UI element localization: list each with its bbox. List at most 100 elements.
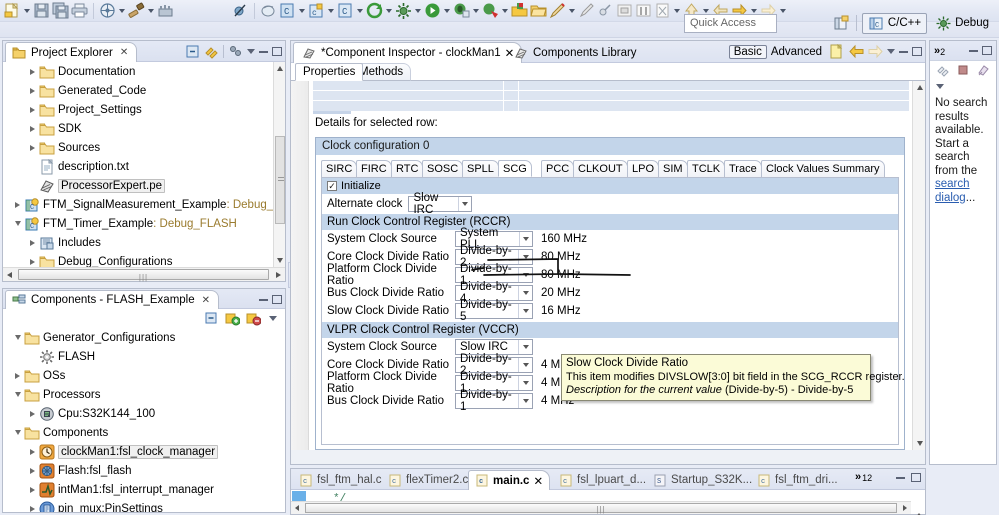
link-with-editor-icon[interactable] bbox=[204, 44, 219, 59]
tree-item[interactable]: Debug_Configurations bbox=[3, 252, 273, 267]
expand-arrow-icon[interactable] bbox=[26, 100, 39, 119]
collapse-arrow-icon[interactable] bbox=[11, 385, 24, 404]
expand-arrow-icon[interactable] bbox=[26, 252, 39, 267]
open-type-icon[interactable] bbox=[530, 2, 547, 19]
source-tab-fsl-lpuart[interactable]: c fsl_lpuart_d... bbox=[553, 470, 652, 490]
chevron-down-icon[interactable] bbox=[518, 268, 532, 282]
tree-item[interactable]: Components bbox=[3, 423, 285, 442]
build-settings-icon[interactable] bbox=[157, 2, 174, 19]
initialize-row[interactable]: ✓ Initialize bbox=[322, 178, 898, 194]
view-menu-icon[interactable] bbox=[269, 316, 277, 321]
run-last-tool-icon[interactable] bbox=[366, 2, 383, 19]
collapse-all-icon[interactable] bbox=[185, 44, 200, 59]
source-tab-fsl-ftm-hal[interactable]: c fsl_ftm_hal.c bbox=[293, 470, 388, 490]
tree-item[interactable]: OSs bbox=[3, 366, 285, 385]
tree-item[interactable]: description.txt bbox=[3, 157, 273, 176]
tree-item[interactable]: C FTM_SignalMeasurement_Example: Debug_FL… bbox=[3, 195, 273, 214]
debug-icon[interactable] bbox=[453, 2, 470, 19]
project-explorer-tree[interactable]: Documentation Generated_Code Project_Setti… bbox=[3, 62, 273, 267]
source-tab-flextimer2[interactable]: c flexTimer2.c bbox=[382, 470, 474, 490]
build-all-dropdown-icon[interactable] bbox=[117, 3, 126, 19]
expand-arrow-icon[interactable] bbox=[26, 480, 39, 499]
new-wizard-icon[interactable] bbox=[4, 2, 21, 19]
source-tab-fsl-ftm-dri[interactable]: c fsl_ftm_dri... bbox=[751, 470, 844, 490]
project-explorer-vscrollbar[interactable] bbox=[273, 62, 285, 267]
close-icon[interactable]: ✕ bbox=[533, 474, 543, 488]
search-dialog-link[interactable]: search dialog bbox=[935, 178, 970, 204]
config-tab-clkout[interactable]: CLKOUT bbox=[573, 160, 628, 177]
mode-basic-button[interactable]: Basic bbox=[728, 44, 767, 59]
search-tabs-overflow[interactable]: » 2 bbox=[934, 45, 945, 57]
config-tab-trace[interactable]: Trace bbox=[724, 160, 762, 177]
stop-icon[interactable] bbox=[956, 63, 971, 78]
config-tab-scg[interactable]: SCG bbox=[498, 160, 532, 177]
project-explorer-hscrollbar[interactable]: ||| bbox=[3, 267, 285, 282]
add-component-icon[interactable] bbox=[225, 311, 241, 326]
collapse-all-icon[interactable] bbox=[204, 311, 219, 326]
hscroll-thumb[interactable]: ||| bbox=[18, 269, 269, 282]
minimize-icon[interactable] bbox=[896, 476, 905, 479]
new-folder-icon[interactable]: c bbox=[308, 2, 325, 19]
source-tabs-overflow[interactable]: » 12 bbox=[855, 471, 872, 483]
scroll-thumb[interactable] bbox=[275, 136, 285, 224]
view-filter-icon[interactable] bbox=[228, 44, 243, 59]
tab-properties[interactable]: Properties bbox=[295, 63, 364, 81]
tree-item[interactable]: ProcessorExpert.pe bbox=[3, 176, 273, 195]
run-dropdown-icon[interactable] bbox=[442, 3, 451, 19]
chevron-down-icon[interactable] bbox=[518, 232, 532, 246]
expand-arrow-icon[interactable] bbox=[26, 233, 39, 252]
close-icon[interactable]: ✕ bbox=[202, 295, 210, 306]
build-icon[interactable] bbox=[128, 2, 145, 19]
expand-arrow-icon[interactable] bbox=[26, 119, 39, 138]
collapse-arrow-icon[interactable] bbox=[11, 423, 24, 442]
config-tab-spll[interactable]: SPLL bbox=[462, 160, 499, 177]
build-all-icon[interactable] bbox=[99, 2, 116, 19]
open-resource-icon[interactable] bbox=[511, 2, 528, 19]
save-all-icon[interactable] bbox=[52, 2, 69, 19]
tree-item[interactable]: clockMan1:fsl_clock_manager bbox=[3, 442, 285, 461]
new-c-file-dropdown-icon[interactable] bbox=[355, 3, 364, 19]
mark-occurrences-icon[interactable] bbox=[635, 2, 652, 19]
minimize-icon[interactable] bbox=[259, 298, 268, 301]
new-class-icon[interactable] bbox=[260, 2, 277, 19]
pencil-icon[interactable] bbox=[578, 2, 595, 19]
expand-arrow-icon[interactable] bbox=[26, 62, 39, 81]
view-menu-icon[interactable] bbox=[887, 49, 895, 54]
tree-item[interactable]: Flash:fsl_flash bbox=[3, 461, 285, 480]
mode-toggle[interactable]: Basic Advanced bbox=[728, 44, 826, 59]
external-tools-dropdown-icon[interactable] bbox=[413, 3, 422, 19]
config-tab-tclk[interactable]: TCLK bbox=[687, 160, 726, 177]
expand-arrow-icon[interactable] bbox=[26, 81, 39, 100]
alternate-clock-combo[interactable]: Slow IRC bbox=[408, 192, 473, 216]
profile-icon[interactable] bbox=[482, 2, 499, 19]
tree-item[interactable]: Processors bbox=[3, 385, 285, 404]
expand-arrow-icon[interactable] bbox=[11, 195, 24, 214]
initialize-checkbox[interactable]: ✓ bbox=[327, 181, 337, 191]
chevron-down-icon[interactable] bbox=[518, 394, 532, 408]
scroll-right-icon[interactable] bbox=[272, 268, 285, 281]
next-nav-dropdown-icon[interactable] bbox=[778, 3, 787, 19]
forward-arrow-icon[interactable] bbox=[868, 44, 883, 59]
maximize-icon[interactable] bbox=[272, 295, 282, 304]
scroll-right-icon[interactable] bbox=[899, 502, 911, 514]
tree-item[interactable]: Project_Settings bbox=[3, 100, 273, 119]
tree-item[interactable]: intMan1:fsl_interrupt_manager bbox=[3, 480, 285, 499]
source-tab-main[interactable]: c main.c ✕ bbox=[468, 470, 551, 490]
run-last-tool-dropdown-icon[interactable] bbox=[384, 3, 393, 19]
code-area[interactable]: */ ||| bbox=[291, 490, 925, 515]
new-folder-dropdown-icon[interactable] bbox=[326, 3, 335, 19]
expand-arrow-icon[interactable] bbox=[26, 442, 39, 461]
new-c-project-dropdown-icon[interactable] bbox=[297, 3, 306, 19]
maximize-icon[interactable] bbox=[982, 46, 992, 55]
back-arrow-icon[interactable] bbox=[849, 44, 864, 59]
minimize-icon[interactable] bbox=[259, 50, 268, 53]
tree-item[interactable]: Documentation bbox=[3, 62, 273, 81]
remove-component-icon[interactable] bbox=[246, 311, 262, 326]
rccr-combo[interactable]: Divide-by-5 bbox=[455, 299, 533, 323]
new-note-icon[interactable] bbox=[830, 43, 845, 59]
external-tools-icon[interactable] bbox=[395, 2, 412, 19]
chevron-down-icon[interactable] bbox=[458, 197, 471, 211]
components-tree[interactable]: Generator_Configurations FLASH OSs Processo… bbox=[3, 328, 285, 512]
run-icon[interactable] bbox=[424, 2, 441, 19]
hscroll-thumb[interactable]: ||| bbox=[305, 503, 897, 514]
